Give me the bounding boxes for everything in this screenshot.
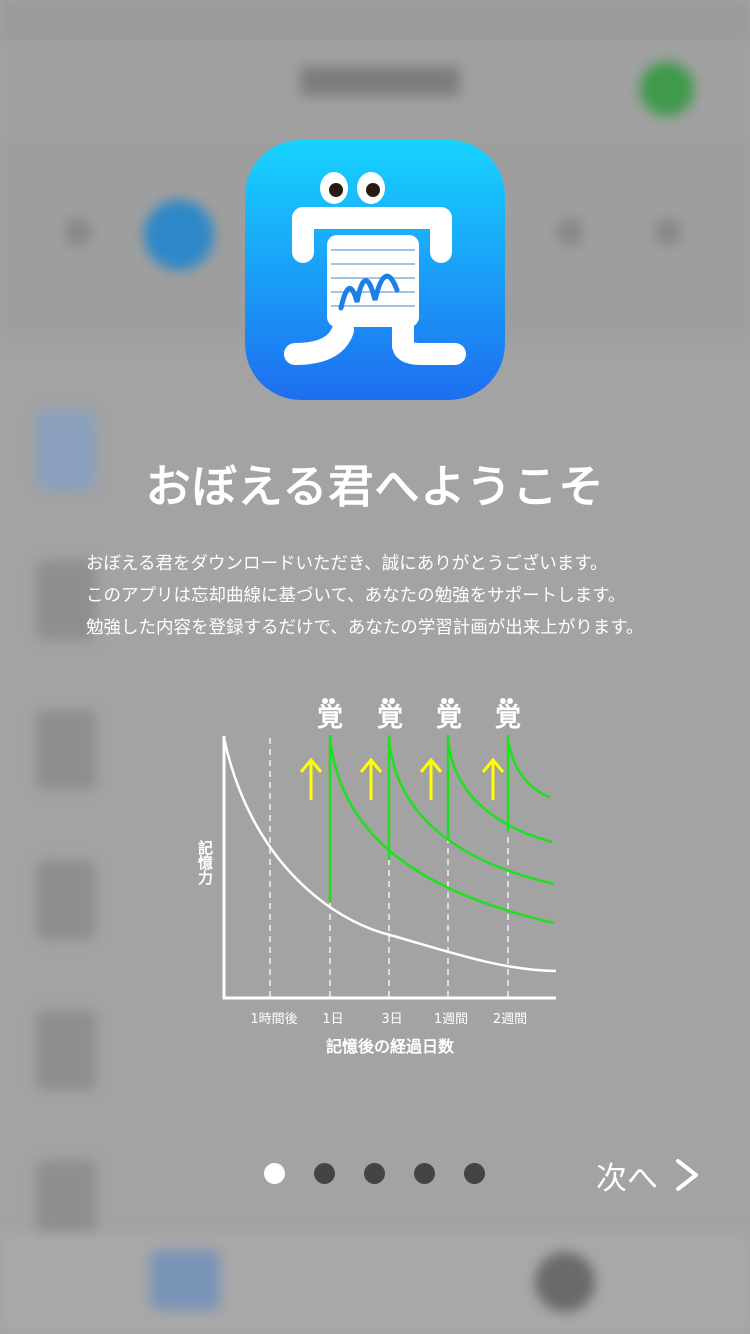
intro-line: このアプリは忘却曲線に基づいて、あなたの勉強をサポートします。 bbox=[86, 586, 626, 606]
intro-text: おぼえる君をダウンロードいただき、誠にありがとうございます。 このアプリは忘却曲… bbox=[86, 548, 726, 644]
arrow-up-icon bbox=[299, 757, 505, 800]
page-dot[interactable] bbox=[464, 1163, 485, 1184]
tab-settings bbox=[535, 1252, 595, 1312]
intro-line: おぼえる君をダウンロードいただき、誠にありがとうございます。 bbox=[86, 554, 608, 574]
tab-bar bbox=[0, 1232, 750, 1334]
review-curves bbox=[328, 735, 555, 925]
status-bar bbox=[0, 0, 750, 40]
review-badge: 覚 bbox=[377, 698, 403, 733]
tab-calendar bbox=[150, 1250, 220, 1310]
list-item bbox=[36, 1160, 96, 1240]
nav-title-placeholder bbox=[300, 66, 460, 96]
list-item bbox=[36, 1010, 96, 1090]
chevron-right-icon bbox=[676, 1159, 698, 1191]
next-button-label: 次へ bbox=[596, 1160, 658, 1197]
next-button[interactable]: 次へ bbox=[596, 1150, 716, 1200]
x-tick-label: 2週間 bbox=[493, 1012, 527, 1027]
list-item bbox=[36, 710, 96, 790]
x-axis-label: 記憶後の経過日数 bbox=[326, 1037, 455, 1056]
nav-action-button bbox=[640, 62, 694, 116]
week-day bbox=[654, 218, 682, 246]
x-tick-label: 1時間後 bbox=[250, 1012, 297, 1027]
app-icon bbox=[245, 140, 505, 400]
svg-text:覚: 覚 bbox=[317, 703, 343, 733]
page-dot[interactable] bbox=[364, 1163, 385, 1184]
y-axis-label: 記憶力 bbox=[196, 839, 214, 886]
x-tick-label: 1日 bbox=[322, 1012, 343, 1027]
x-tick-label: 1週間 bbox=[434, 1012, 468, 1027]
intro-line: 勉強した内容を登録するだけで、あなたの学習計画が出来上がります。 bbox=[86, 618, 644, 638]
svg-text:覚: 覚 bbox=[495, 703, 521, 733]
list-item bbox=[36, 860, 96, 940]
review-badge: 覚 bbox=[317, 698, 343, 733]
app-logo-glyph-icon bbox=[284, 172, 466, 365]
welcome-title: おぼえる君へようこそ bbox=[145, 460, 605, 513]
page-dot-active[interactable] bbox=[264, 1163, 285, 1184]
week-day-today bbox=[144, 200, 214, 270]
svg-text:覚: 覚 bbox=[377, 703, 403, 733]
week-day bbox=[64, 218, 92, 246]
x-tick-label: 3日 bbox=[381, 1012, 402, 1027]
week-day bbox=[556, 218, 584, 246]
review-badge: 覚 bbox=[436, 698, 462, 733]
page-dot[interactable] bbox=[414, 1163, 435, 1184]
page-dot[interactable] bbox=[314, 1163, 335, 1184]
svg-text:覚: 覚 bbox=[436, 703, 462, 733]
review-badge: 覚 bbox=[495, 698, 521, 733]
forgetting-curve-diagram: 覚 覚 覚 覚 記憶力 1時間後 1日 3日 1週間 2週間 記憶後の経過日数 bbox=[180, 690, 580, 1070]
